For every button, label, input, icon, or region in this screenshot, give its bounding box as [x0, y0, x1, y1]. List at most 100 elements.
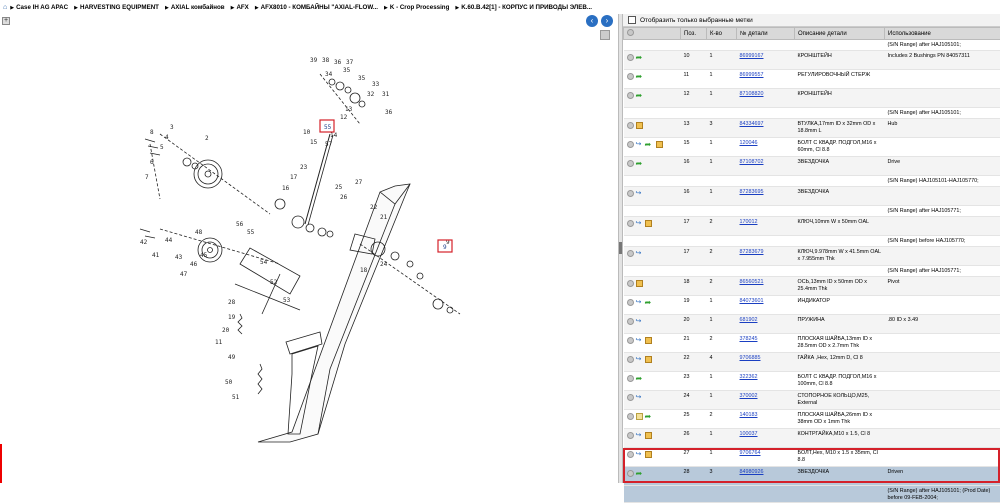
info-icon[interactable] [627, 280, 634, 287]
blue-arrow-icon[interactable]: ↪ [636, 432, 643, 439]
callout-number[interactable]: 4 [165, 134, 169, 141]
info-icon[interactable] [627, 375, 634, 382]
part-number-link[interactable]: 378245 [740, 336, 758, 342]
part-row[interactable]: ↪2719706764БОЛТ,Hex, M10 x 1.5 x 35mm, C… [624, 448, 1000, 467]
blue-arrow-icon[interactable]: ↪ [636, 356, 643, 363]
breadcrumb-item[interactable]: ▶K.60.B.42[1] - КОРПУС И ПРИВОДЫ ЭЛЕВ... [455, 4, 592, 11]
breadcrumb-item[interactable]: ▶AFX [231, 4, 249, 11]
callout-number[interactable]: 25 [335, 184, 343, 191]
callout-number[interactable]: 14 [330, 132, 338, 139]
info-icon[interactable] [627, 451, 634, 458]
callout-number[interactable]: 18 [360, 267, 368, 274]
callout-number[interactable]: 53 [283, 297, 291, 304]
info-icon[interactable] [627, 250, 634, 257]
callout-number[interactable]: 44 [165, 237, 173, 244]
cube-icon[interactable] [645, 220, 652, 227]
part-number-link[interactable]: 370002 [740, 393, 758, 399]
part-number-link[interactable]: 322362 [740, 374, 758, 380]
cube-icon[interactable] [645, 432, 652, 439]
info-icon[interactable] [627, 432, 634, 439]
part-row[interactable]: ↪➦19184073601ИНДИКАТОР [624, 296, 1000, 315]
green-arrow-icon[interactable]: ➦ [636, 375, 645, 382]
column-header[interactable] [624, 28, 681, 40]
blue-arrow-icon[interactable]: ↪ [636, 337, 643, 344]
column-header[interactable]: № детали [737, 28, 795, 40]
callout-number[interactable]: 33 [372, 81, 380, 88]
info-icon[interactable] [627, 299, 634, 306]
document-icon[interactable] [636, 413, 643, 420]
part-number-link[interactable]: 9706885 [740, 355, 761, 361]
callout-number[interactable]: 35 [343, 67, 351, 74]
cube-icon[interactable] [636, 122, 643, 129]
green-arrow-icon[interactable]: ➦ [636, 92, 645, 99]
callout-number[interactable]: 49 [228, 354, 236, 361]
cube-icon[interactable] [656, 141, 663, 148]
part-number-link[interactable]: 84980926 [740, 469, 764, 475]
green-arrow-icon[interactable]: ➦ [645, 413, 654, 420]
blue-arrow-icon[interactable]: ↪ [636, 220, 643, 227]
info-icon[interactable] [627, 190, 634, 197]
part-row[interactable]: ↪172170012КЛЮЧ,10mm W x 50mm OAL [624, 217, 1000, 236]
part-number-link[interactable]: 140183 [740, 412, 758, 418]
info-icon[interactable] [627, 356, 634, 363]
part-row[interactable]: ↪241370002СТОПОРНОЕ КОЛЬЦО,M25, External [624, 391, 1000, 410]
info-icon[interactable] [627, 141, 634, 148]
blue-arrow-icon[interactable]: ↪ [636, 318, 643, 325]
callout-number[interactable]: 27 [355, 179, 363, 186]
callout-number[interactable]: 31 [382, 91, 390, 98]
callout-number[interactable]: 36 [334, 59, 342, 66]
info-icon[interactable] [627, 54, 634, 61]
blue-arrow-icon[interactable]: ↪ [636, 299, 643, 306]
part-number-link[interactable]: 9706764 [740, 450, 761, 456]
breadcrumb-item[interactable]: ▶AFX8010 - КОМБАЙНЫ "AXIAL-FLOW... [255, 4, 378, 11]
part-number-link[interactable]: 87283695 [740, 189, 764, 195]
cube-icon[interactable] [645, 451, 652, 458]
show-selected-checkbox[interactable] [628, 16, 636, 24]
callout-number[interactable]: 52 [270, 279, 278, 286]
breadcrumb-item[interactable]: ▶Case IH AG APAC [10, 4, 68, 11]
callout-number[interactable]: 24 [380, 261, 388, 268]
part-row[interactable]: 18286560521ОСЬ,13mm ID x 50mm OD x 25.4m… [624, 277, 1000, 296]
info-icon[interactable] [627, 73, 634, 80]
callout-number[interactable]: 42 [140, 239, 148, 246]
part-row[interactable]: 13384334697ВТУЛКА,17mm ID x 32mm OD x 18… [624, 119, 1000, 138]
part-row[interactable]: ➦11186999557РЕГУЛИРОВОЧНЫЙ СТЕРЖ [624, 70, 1000, 89]
callout-number[interactable]: 57 [325, 141, 333, 148]
blue-arrow-icon[interactable]: ↪ [636, 190, 643, 197]
callout-number[interactable]: 39 [310, 57, 318, 64]
info-icon[interactable] [627, 394, 634, 401]
part-number-link[interactable]: 681902 [740, 317, 758, 323]
info-icon[interactable] [627, 337, 634, 344]
callout-number[interactable]: 45 [200, 252, 208, 259]
part-number-link[interactable]: 100037 [740, 431, 758, 437]
callout-number[interactable]: 15 [310, 139, 318, 146]
breadcrumb-item[interactable]: ▶AXIAL комбайнов [165, 4, 225, 11]
callout-number[interactable]: 22 [370, 204, 378, 211]
callout-number[interactable]: 56 [236, 221, 244, 228]
callout-number[interactable]: 3 [170, 124, 174, 131]
parts-drawing[interactable]: 3938363734353533323110155714131236234567… [0, 14, 618, 483]
part-row[interactable]: ➦12187108820КРОНШТЕЙН [624, 89, 1000, 108]
part-number-link[interactable]: 170012 [740, 219, 758, 225]
cube-icon[interactable] [636, 280, 643, 287]
callout-number[interactable]: 55 [247, 229, 255, 236]
part-row[interactable]: ➦10186999167КРОНШТЕЙНIncludes 2 Bushings… [624, 51, 1000, 70]
home-icon[interactable]: ⌂ [3, 4, 7, 11]
callout-number[interactable]: 37 [346, 59, 354, 66]
callout-number[interactable]: 47 [180, 271, 188, 278]
info-icon[interactable] [627, 220, 634, 227]
callout-number[interactable]: 10 [303, 129, 311, 136]
callout-number[interactable]: 46 [190, 261, 198, 268]
callout-number[interactable]: 19 [228, 314, 236, 321]
callout-number[interactable]: 34 [325, 71, 333, 78]
part-row[interactable]: ➦16187108702ЗВЕЗДОЧКАDrive [624, 157, 1000, 176]
info-icon[interactable] [627, 122, 634, 129]
callout-number[interactable]: 11 [215, 339, 223, 346]
breadcrumb-item[interactable]: ▶K - Crop Processing [384, 4, 449, 11]
green-arrow-icon[interactable]: ➦ [636, 470, 645, 477]
part-number-link[interactable]: 120046 [740, 140, 758, 146]
part-row[interactable]: ↪➦151120046БОЛТ С КВАДР. ПОДГОЛ,M16 x 60… [624, 138, 1000, 157]
callout-number[interactable]: 38 [322, 57, 330, 64]
callout-number[interactable]: 8 [150, 129, 154, 136]
part-row[interactable]: ↪212378245ПЛОСКАЯ ШАЙБА,13mm ID x 28.5mm… [624, 334, 1000, 353]
